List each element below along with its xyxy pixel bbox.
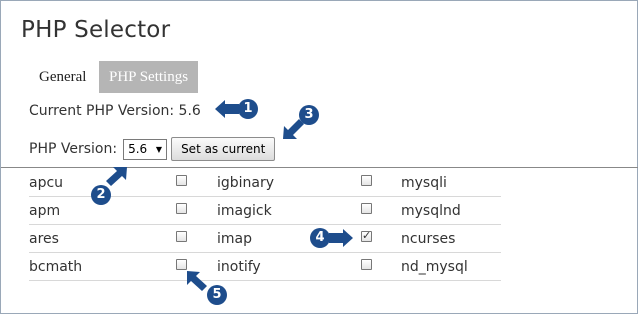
extension-name: igbinary (217, 175, 275, 191)
page-title: PHP Selector (21, 17, 171, 43)
extension-name: inotify (217, 259, 261, 275)
php-version-label: PHP Version: (29, 141, 118, 157)
callout-badge-2: 2 (91, 185, 111, 205)
callout-arrow-1-icon (215, 100, 239, 118)
extension-checkbox[interactable] (176, 203, 187, 214)
php-selector-panel: PHP Selector General PHP Settings Curren… (0, 0, 638, 314)
current-version-value: 5.6 (178, 103, 201, 119)
set-as-current-button[interactable]: Set as current (171, 137, 276, 161)
extension-name: ares (29, 231, 59, 247)
callout-arrow-4-icon (329, 229, 353, 247)
chevron-down-icon: ▼ (155, 144, 163, 154)
php-version-row: PHP Version: 5.6 ▼ Set as current (29, 137, 276, 161)
divider (1, 167, 638, 168)
extension-name: mysqli (401, 175, 447, 191)
extension-checkbox[interactable] (176, 259, 187, 270)
extension-checkbox[interactable] (361, 203, 372, 214)
php-version-select[interactable]: 5.6 ▼ (123, 138, 168, 160)
callout-badge-3: 3 (299, 105, 319, 125)
extension-checkbox[interactable] (176, 175, 187, 186)
callout-arrow-2-icon (106, 167, 127, 186)
extension-checkbox[interactable] (361, 229, 372, 242)
table-row: bcmath inotify nd_mysql (29, 253, 501, 281)
extension-name: bcmath (29, 259, 83, 275)
tab-php-settings[interactable]: PHP Settings (99, 61, 199, 93)
callout-badge-1: 1 (238, 99, 258, 119)
extension-name: nd_mysql (401, 259, 468, 275)
callout-arrow-5-icon (187, 271, 207, 291)
extension-checkbox[interactable] (176, 231, 187, 242)
extension-checkbox[interactable] (361, 259, 372, 270)
current-php-version: Current PHP Version: 5.6 (29, 103, 201, 119)
php-version-selected-value: 5.6 (128, 142, 148, 156)
extension-name: apcu (29, 175, 64, 191)
extension-name: ncurses (401, 231, 456, 247)
current-version-label: Current PHP Version: (29, 103, 175, 119)
extension-name: mysqlnd (401, 203, 461, 219)
callout-badge-5: 5 (207, 285, 227, 305)
extension-name: imagick (217, 203, 272, 219)
extension-checkbox[interactable] (361, 175, 372, 186)
tab-general[interactable]: General (29, 61, 96, 93)
extension-name: imap (217, 231, 252, 247)
callout-badge-4: 4 (310, 228, 330, 248)
table-row: ares imap ncurses (29, 225, 501, 253)
extension-name: apm (29, 203, 61, 219)
